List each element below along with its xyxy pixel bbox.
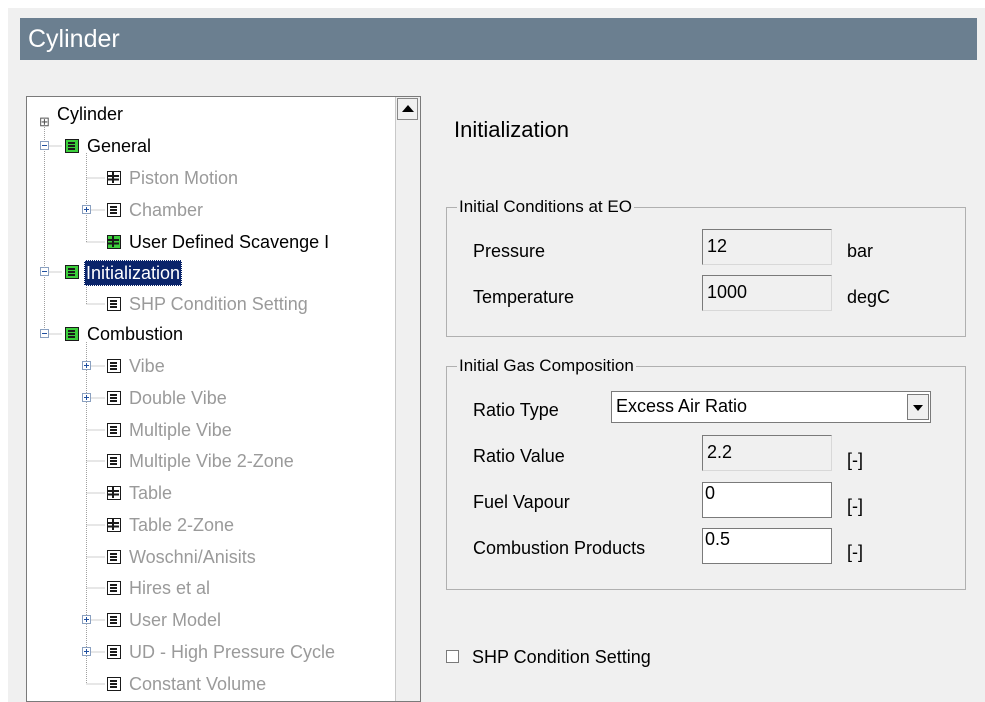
tree-item-woschni-anisits[interactable]: Woschni/Anisits xyxy=(27,542,387,572)
tree-item-label: SHP Condition Setting xyxy=(129,294,308,314)
collapse-icon[interactable] xyxy=(40,267,49,276)
tree-item-label: Double Vibe xyxy=(129,388,227,408)
tree-item-label: Vibe xyxy=(129,356,165,376)
group-title: Initial Gas Composition xyxy=(457,356,636,376)
expand-icon[interactable] xyxy=(82,615,91,624)
document-icon xyxy=(107,581,121,595)
table-icon xyxy=(107,486,121,500)
expand-icon[interactable] xyxy=(82,393,91,402)
tree-item-table-2-zone[interactable]: Table 2-Zone xyxy=(27,510,387,540)
tree-item-shp-condition-setting[interactable]: SHP Condition Setting xyxy=(27,289,387,319)
shp-condition-label[interactable]: SHP Condition Setting xyxy=(472,645,651,669)
ratio-type-label: Ratio Type xyxy=(473,400,559,420)
group-title: Initial Conditions at EO xyxy=(457,197,634,217)
green-module-icon xyxy=(65,139,79,153)
tree-item-label: Hires et al xyxy=(129,578,211,598)
tree-item-label: Multiple Vibe xyxy=(129,420,232,440)
document-icon xyxy=(107,613,121,627)
fuel-vapour-input[interactable]: 0 xyxy=(702,482,832,518)
tree-item-label: Piston Motion xyxy=(129,168,239,188)
tree-item-user-model[interactable]: User Model xyxy=(27,605,387,635)
tree-item-table[interactable]: Table xyxy=(27,478,387,508)
collapse-icon[interactable] xyxy=(40,329,49,338)
ratio-type-select[interactable]: Excess Air Ratio xyxy=(611,391,931,423)
tree-item-label: Woschni/Anisits xyxy=(129,547,256,567)
tree-item-label: User Model xyxy=(129,610,222,630)
tree-item-constant-volume[interactable]: Constant Volume xyxy=(27,669,387,699)
tree-item-vibe[interactable]: Vibe xyxy=(27,351,387,381)
panel-title: Initialization xyxy=(454,117,569,142)
tree-item-multiple-vibe-2-zone[interactable]: Multiple Vibe 2-Zone xyxy=(27,446,387,476)
expand-icon[interactable] xyxy=(82,647,91,656)
tree-item-label: Constant Volume xyxy=(129,674,267,694)
expand-icon[interactable] xyxy=(82,361,91,370)
expand-icon[interactable] xyxy=(82,205,91,214)
document-icon xyxy=(107,645,121,659)
tree-item-hires-et-al[interactable]: Hires et al xyxy=(27,573,387,603)
tree-item-label: Table 2-Zone xyxy=(129,515,235,535)
tree-item-initialization[interactable]: Initialization xyxy=(27,257,387,287)
window-title: Cylinder xyxy=(20,18,977,60)
tree-item-double-vibe[interactable]: Double Vibe xyxy=(27,383,387,413)
tree-item-combustion[interactable]: Combustion xyxy=(27,319,387,349)
temperature-label: Temperature xyxy=(473,287,575,307)
navigation-tree[interactable]: ⊞ Cylinder General Piston Motion Chamber… xyxy=(26,96,421,702)
tree-root-cylinder[interactable]: ⊞ Cylinder xyxy=(27,99,387,129)
pressure-field[interactable]: 12 xyxy=(702,229,832,265)
table-icon xyxy=(107,518,121,532)
tree-item-ud-high-pressure-cycle[interactable]: UD - High Pressure Cycle xyxy=(27,637,387,667)
shp-condition-checkbox[interactable] xyxy=(446,650,459,663)
tree-item-chamber[interactable]: Chamber xyxy=(27,195,387,225)
scroll-up-arrow-icon[interactable] xyxy=(397,98,418,120)
combustion-products-input[interactable]: 0.5 xyxy=(702,528,832,564)
document-icon xyxy=(107,550,121,564)
tree-item-label: UD - High Pressure Cycle xyxy=(129,642,336,662)
pressure-unit: bar xyxy=(847,241,874,261)
tree-item-multiple-vibe[interactable]: Multiple Vibe xyxy=(27,415,387,445)
tree-item-label: Combustion xyxy=(87,324,184,344)
tree-item-piston-motion[interactable]: Piston Motion xyxy=(27,163,387,193)
tree-item-label: Table xyxy=(129,483,173,503)
tree-item-general[interactable]: General xyxy=(27,131,387,161)
combustion-products-unit: [-] xyxy=(847,542,863,562)
document-icon xyxy=(107,454,121,468)
document-icon xyxy=(107,423,121,437)
document-icon xyxy=(107,359,121,373)
table-icon xyxy=(107,171,121,185)
initial-conditions-group: Initial Conditions at EO xyxy=(446,197,966,337)
green-module-icon xyxy=(65,265,79,279)
green-table-icon xyxy=(107,235,121,249)
document-icon xyxy=(107,391,121,405)
tree-item-label-selected: Initialization xyxy=(84,260,183,286)
temperature-field[interactable]: 1000 xyxy=(702,275,832,311)
tree-item-label: Multiple Vibe 2-Zone xyxy=(129,451,294,471)
ratio-type-value: Excess Air Ratio xyxy=(616,396,748,416)
ratio-value-label: Ratio Value xyxy=(473,446,565,466)
tree-item-label: Chamber xyxy=(129,200,204,220)
tree-item-user-defined-scavenge[interactable]: User Defined Scavenge I xyxy=(27,227,387,257)
chevron-down-icon[interactable] xyxy=(907,394,929,420)
document-icon xyxy=(107,297,121,311)
temperature-unit: degC xyxy=(847,287,891,307)
fuel-vapour-unit: [-] xyxy=(847,496,863,516)
document-icon xyxy=(107,203,121,217)
combustion-products-label: Combustion Products xyxy=(473,538,646,558)
green-module-icon xyxy=(65,327,79,341)
fuel-vapour-label: Fuel Vapour xyxy=(473,492,570,512)
pressure-label: Pressure xyxy=(473,241,546,261)
tree-item-label: User Defined Scavenge I xyxy=(129,232,330,252)
document-icon xyxy=(107,677,121,691)
tree-item-label: General xyxy=(87,136,152,156)
ratio-value-unit: [-] xyxy=(847,450,863,470)
tree-vertical-scrollbar[interactable] xyxy=(395,97,420,701)
tree-root-label: Cylinder xyxy=(57,104,124,124)
collapse-icon[interactable] xyxy=(40,141,49,150)
ratio-value-field[interactable]: 2.2 xyxy=(702,435,832,471)
